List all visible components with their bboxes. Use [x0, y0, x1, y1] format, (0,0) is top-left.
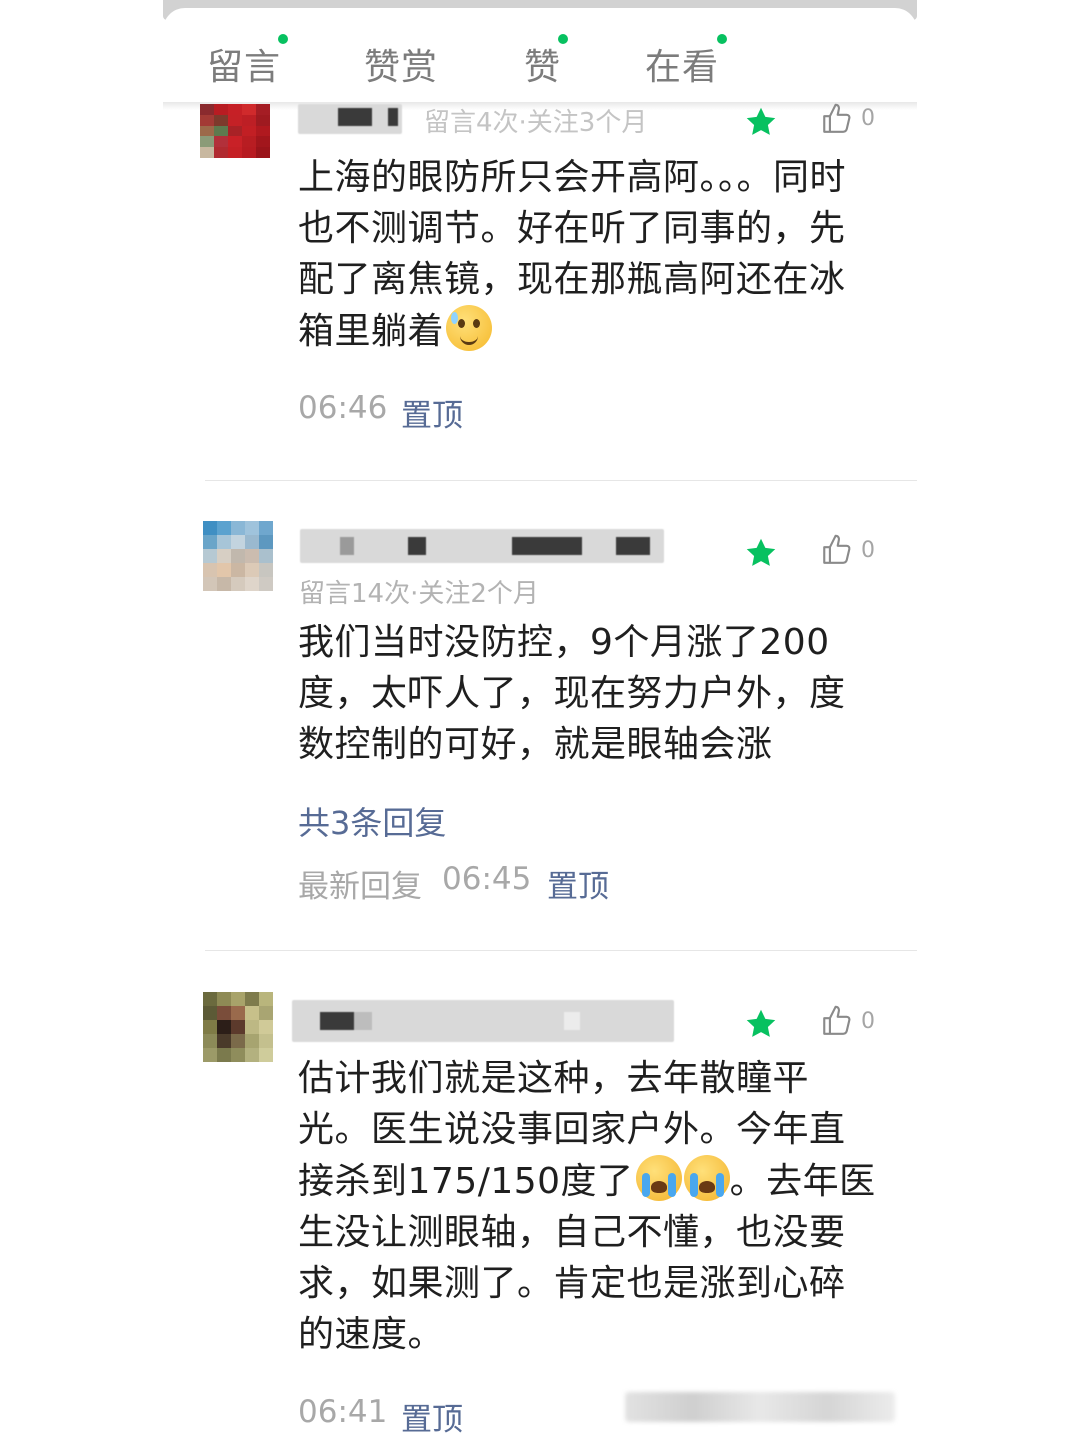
view-replies-link[interactable]: 共3条回复 [298, 798, 446, 844]
thumbs-up-icon[interactable] [820, 533, 854, 567]
star-icon[interactable] [743, 535, 779, 571]
sweat-smile-emoji-icon [446, 305, 493, 351]
like-count: 0 [861, 538, 875, 563]
loudly-crying-emoji-icon [635, 1155, 682, 1201]
username-blurred[interactable] [298, 104, 402, 134]
avatar[interactable] [203, 521, 273, 591]
notification-dot-icon [558, 34, 568, 44]
like-count: 0 [861, 1009, 875, 1034]
comment-text: 上海的眼防所只会开高阿。。。同时也不测调节。好在听了同事的，先配了离焦镜，现在那… [298, 152, 870, 357]
avatar[interactable] [203, 992, 273, 1062]
pin-button[interactable]: 置顶 [401, 390, 463, 435]
pin-button[interactable]: 置顶 [547, 861, 609, 906]
comment-text: 我们当时没防控，9个月涨了200度，太吓人了，现在努力户外，度数控制的可好，就是… [298, 622, 846, 765]
divider [205, 480, 917, 481]
tab-rewards[interactable]: 赞赏 [364, 38, 438, 90]
tab-likes[interactable]: 赞 [524, 38, 561, 90]
loudly-crying-emoji-icon [683, 1155, 730, 1201]
star-icon[interactable] [743, 104, 779, 140]
avatar[interactable] [200, 104, 270, 158]
comment-text-body: 上海的眼防所只会开高阿。。。同时也不测调节。好在听了同事的，先配了离焦镜，现在那… [298, 157, 847, 352]
thumbs-up-icon[interactable] [820, 1004, 854, 1038]
comment-text: 估计我们就是这种，去年散瞳平光。医生说没事回家户外。今年直接杀到175/150度… [298, 1053, 878, 1360]
notification-dot-icon [278, 34, 288, 44]
comment-time: 06:46 [298, 390, 388, 426]
blurred-watermark [625, 1392, 895, 1422]
comment-time: 06:45 [442, 861, 532, 897]
comment-time: 06:41 [298, 1394, 388, 1430]
username-blurred[interactable] [292, 1000, 674, 1042]
tab-comments[interactable]: 留言 [207, 38, 281, 90]
tab-watching[interactable]: 在看 [645, 38, 719, 90]
comment-meta: 留言14次·关注2个月 [299, 579, 539, 609]
star-icon[interactable] [743, 1006, 779, 1042]
thumbs-up-icon[interactable] [820, 102, 854, 136]
latest-reply-label: 最新回复 [298, 869, 422, 905]
notification-dot-icon [717, 34, 727, 44]
like-count: 0 [861, 106, 875, 131]
username-blurred[interactable] [300, 529, 664, 563]
comment-meta: 留言4次·关注3个月 [424, 108, 648, 138]
divider [205, 950, 917, 951]
pin-button[interactable]: 置顶 [401, 1394, 463, 1439]
